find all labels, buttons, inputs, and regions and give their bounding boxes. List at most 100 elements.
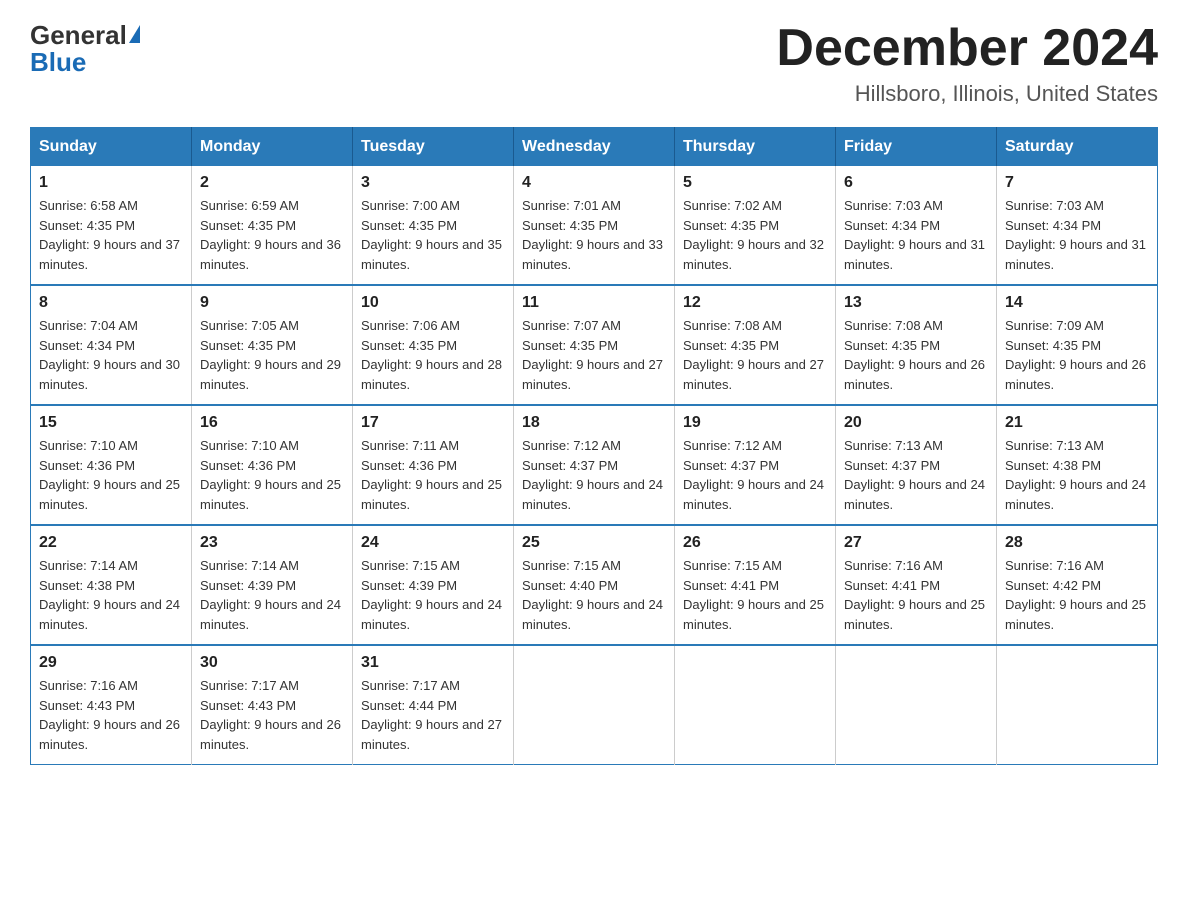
- day-info: Sunrise: 7:15 AM Sunset: 4:40 PM Dayligh…: [522, 556, 666, 634]
- week-row-1: 1 Sunrise: 6:58 AM Sunset: 4:35 PM Dayli…: [31, 166, 1158, 285]
- title-area: December 2024 Hillsboro, Illinois, Unite…: [776, 20, 1158, 107]
- day-info: Sunrise: 7:16 AM Sunset: 4:41 PM Dayligh…: [844, 556, 988, 634]
- page-header: General Blue December 2024 Hillsboro, Il…: [30, 20, 1158, 107]
- day-number: 11: [522, 294, 666, 312]
- day-number: 5: [683, 174, 827, 192]
- day-number: 2: [200, 174, 344, 192]
- calendar-cell: 1 Sunrise: 6:58 AM Sunset: 4:35 PM Dayli…: [31, 166, 192, 285]
- day-number: 15: [39, 414, 183, 432]
- day-number: 19: [683, 414, 827, 432]
- calendar-cell: 14 Sunrise: 7:09 AM Sunset: 4:35 PM Dayl…: [997, 285, 1158, 405]
- day-number: 23: [200, 534, 344, 552]
- calendar-cell: 4 Sunrise: 7:01 AM Sunset: 4:35 PM Dayli…: [514, 166, 675, 285]
- day-number: 24: [361, 534, 505, 552]
- calendar-cell: 11 Sunrise: 7:07 AM Sunset: 4:35 PM Dayl…: [514, 285, 675, 405]
- header-monday: Monday: [192, 128, 353, 167]
- day-number: 18: [522, 414, 666, 432]
- calendar-cell: 19 Sunrise: 7:12 AM Sunset: 4:37 PM Dayl…: [675, 405, 836, 525]
- day-number: 3: [361, 174, 505, 192]
- day-number: 25: [522, 534, 666, 552]
- calendar-cell: 30 Sunrise: 7:17 AM Sunset: 4:43 PM Dayl…: [192, 645, 353, 765]
- day-number: 21: [1005, 414, 1149, 432]
- day-info: Sunrise: 7:09 AM Sunset: 4:35 PM Dayligh…: [1005, 316, 1149, 394]
- day-number: 1: [39, 174, 183, 192]
- day-info: Sunrise: 7:17 AM Sunset: 4:44 PM Dayligh…: [361, 676, 505, 754]
- day-info: Sunrise: 7:05 AM Sunset: 4:35 PM Dayligh…: [200, 316, 344, 394]
- calendar-cell: 31 Sunrise: 7:17 AM Sunset: 4:44 PM Dayl…: [353, 645, 514, 765]
- calendar-cell: 12 Sunrise: 7:08 AM Sunset: 4:35 PM Dayl…: [675, 285, 836, 405]
- day-info: Sunrise: 7:12 AM Sunset: 4:37 PM Dayligh…: [522, 436, 666, 514]
- day-info: Sunrise: 7:03 AM Sunset: 4:34 PM Dayligh…: [844, 196, 988, 274]
- calendar-cell: 24 Sunrise: 7:15 AM Sunset: 4:39 PM Dayl…: [353, 525, 514, 645]
- day-number: 14: [1005, 294, 1149, 312]
- day-info: Sunrise: 7:03 AM Sunset: 4:34 PM Dayligh…: [1005, 196, 1149, 274]
- day-info: Sunrise: 7:01 AM Sunset: 4:35 PM Dayligh…: [522, 196, 666, 274]
- header-sunday: Sunday: [31, 128, 192, 167]
- week-row-5: 29 Sunrise: 7:16 AM Sunset: 4:43 PM Dayl…: [31, 645, 1158, 765]
- day-number: 9: [200, 294, 344, 312]
- day-info: Sunrise: 7:14 AM Sunset: 4:38 PM Dayligh…: [39, 556, 183, 634]
- day-info: Sunrise: 7:00 AM Sunset: 4:35 PM Dayligh…: [361, 196, 505, 274]
- calendar-cell: 22 Sunrise: 7:14 AM Sunset: 4:38 PM Dayl…: [31, 525, 192, 645]
- calendar-cell: 17 Sunrise: 7:11 AM Sunset: 4:36 PM Dayl…: [353, 405, 514, 525]
- day-number: 8: [39, 294, 183, 312]
- month-year-title: December 2024: [776, 20, 1158, 77]
- logo-blue-text: Blue: [30, 47, 86, 78]
- logo-triangle-icon: [129, 25, 140, 43]
- calendar-cell: 23 Sunrise: 7:14 AM Sunset: 4:39 PM Dayl…: [192, 525, 353, 645]
- header-wednesday: Wednesday: [514, 128, 675, 167]
- header-thursday: Thursday: [675, 128, 836, 167]
- calendar-cell: [997, 645, 1158, 765]
- calendar-cell: 25 Sunrise: 7:15 AM Sunset: 4:40 PM Dayl…: [514, 525, 675, 645]
- calendar-cell: 28 Sunrise: 7:16 AM Sunset: 4:42 PM Dayl…: [997, 525, 1158, 645]
- day-number: 4: [522, 174, 666, 192]
- header-tuesday: Tuesday: [353, 128, 514, 167]
- calendar-cell: 8 Sunrise: 7:04 AM Sunset: 4:34 PM Dayli…: [31, 285, 192, 405]
- day-number: 31: [361, 654, 505, 672]
- calendar-cell: 18 Sunrise: 7:12 AM Sunset: 4:37 PM Dayl…: [514, 405, 675, 525]
- header-saturday: Saturday: [997, 128, 1158, 167]
- day-number: 22: [39, 534, 183, 552]
- calendar-cell: 26 Sunrise: 7:15 AM Sunset: 4:41 PM Dayl…: [675, 525, 836, 645]
- calendar-cell: 15 Sunrise: 7:10 AM Sunset: 4:36 PM Dayl…: [31, 405, 192, 525]
- day-info: Sunrise: 7:06 AM Sunset: 4:35 PM Dayligh…: [361, 316, 505, 394]
- day-number: 29: [39, 654, 183, 672]
- logo: General Blue: [30, 20, 140, 78]
- calendar-cell: 29 Sunrise: 7:16 AM Sunset: 4:43 PM Dayl…: [31, 645, 192, 765]
- calendar-cell: 13 Sunrise: 7:08 AM Sunset: 4:35 PM Dayl…: [836, 285, 997, 405]
- day-number: 10: [361, 294, 505, 312]
- day-info: Sunrise: 7:14 AM Sunset: 4:39 PM Dayligh…: [200, 556, 344, 634]
- location-subtitle: Hillsboro, Illinois, United States: [776, 81, 1158, 107]
- week-row-2: 8 Sunrise: 7:04 AM Sunset: 4:34 PM Dayli…: [31, 285, 1158, 405]
- day-info: Sunrise: 7:08 AM Sunset: 4:35 PM Dayligh…: [683, 316, 827, 394]
- calendar-cell: [675, 645, 836, 765]
- calendar-cell: 20 Sunrise: 7:13 AM Sunset: 4:37 PM Dayl…: [836, 405, 997, 525]
- day-info: Sunrise: 7:15 AM Sunset: 4:39 PM Dayligh…: [361, 556, 505, 634]
- day-info: Sunrise: 7:02 AM Sunset: 4:35 PM Dayligh…: [683, 196, 827, 274]
- day-number: 16: [200, 414, 344, 432]
- calendar-cell: 7 Sunrise: 7:03 AM Sunset: 4:34 PM Dayli…: [997, 166, 1158, 285]
- calendar-cell: [836, 645, 997, 765]
- day-number: 17: [361, 414, 505, 432]
- day-info: Sunrise: 7:15 AM Sunset: 4:41 PM Dayligh…: [683, 556, 827, 634]
- day-info: Sunrise: 7:13 AM Sunset: 4:37 PM Dayligh…: [844, 436, 988, 514]
- calendar-table: SundayMondayTuesdayWednesdayThursdayFrid…: [30, 127, 1158, 765]
- day-info: Sunrise: 7:10 AM Sunset: 4:36 PM Dayligh…: [200, 436, 344, 514]
- day-number: 20: [844, 414, 988, 432]
- day-info: Sunrise: 7:07 AM Sunset: 4:35 PM Dayligh…: [522, 316, 666, 394]
- calendar-cell: 10 Sunrise: 7:06 AM Sunset: 4:35 PM Dayl…: [353, 285, 514, 405]
- day-number: 26: [683, 534, 827, 552]
- day-info: Sunrise: 7:16 AM Sunset: 4:42 PM Dayligh…: [1005, 556, 1149, 634]
- day-info: Sunrise: 7:17 AM Sunset: 4:43 PM Dayligh…: [200, 676, 344, 754]
- calendar-cell: 27 Sunrise: 7:16 AM Sunset: 4:41 PM Dayl…: [836, 525, 997, 645]
- day-info: Sunrise: 6:58 AM Sunset: 4:35 PM Dayligh…: [39, 196, 183, 274]
- day-info: Sunrise: 7:16 AM Sunset: 4:43 PM Dayligh…: [39, 676, 183, 754]
- day-number: 28: [1005, 534, 1149, 552]
- day-info: Sunrise: 7:08 AM Sunset: 4:35 PM Dayligh…: [844, 316, 988, 394]
- week-row-4: 22 Sunrise: 7:14 AM Sunset: 4:38 PM Dayl…: [31, 525, 1158, 645]
- day-number: 6: [844, 174, 988, 192]
- day-number: 7: [1005, 174, 1149, 192]
- calendar-header-row: SundayMondayTuesdayWednesdayThursdayFrid…: [31, 128, 1158, 167]
- calendar-cell: 6 Sunrise: 7:03 AM Sunset: 4:34 PM Dayli…: [836, 166, 997, 285]
- calendar-cell: [514, 645, 675, 765]
